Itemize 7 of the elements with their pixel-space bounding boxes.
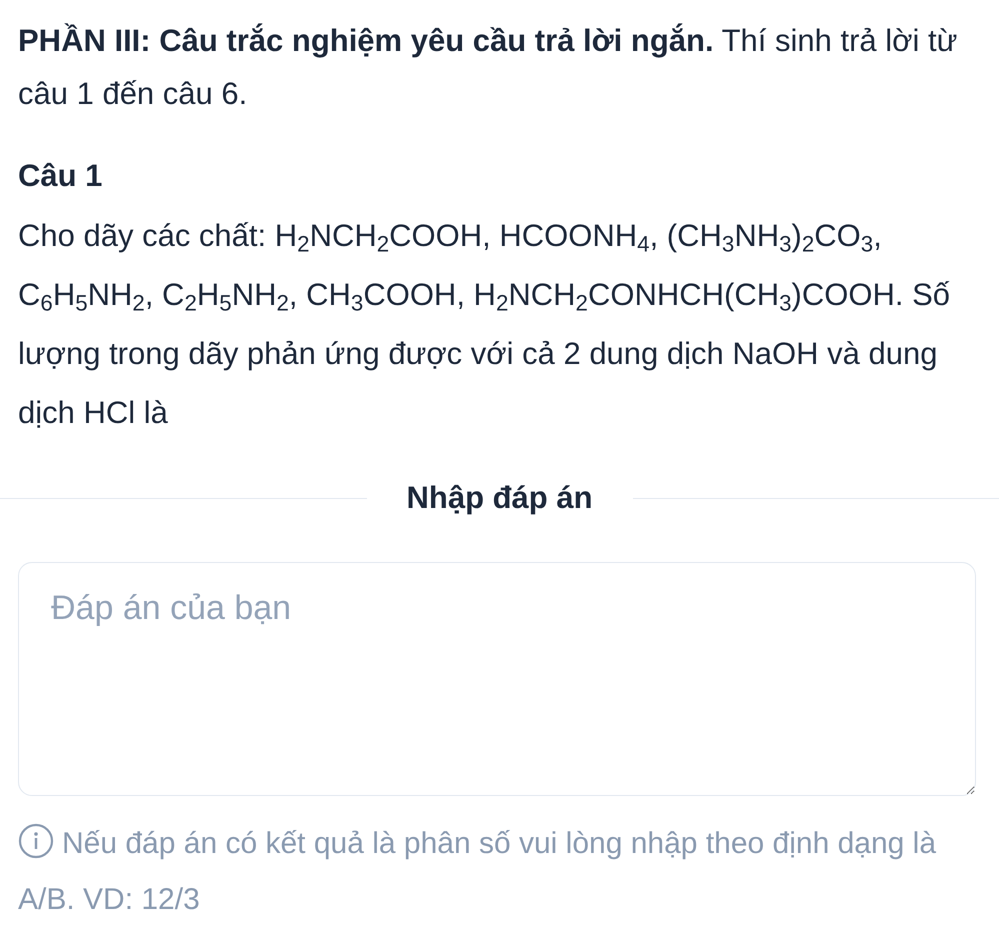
question-text: Cho dãy các chất: H$_{2}$NCH$_{2}$COOH, HCOONH$_{4}$, (CH$_{3}$NH$_{3}$)$_{2}$CO$_{3}$, C$_{6}$H$_{5}$NH$_{2}$, C$_{2}$H$_{5}$NH$_{2}$, CH$_{3}$COOH, H$_{2}$NCH$_{2}$CONHCH(CH$_{3}$)COOH. Số lượng trong dãy phản ứng được với cả 2 dung dịch NaOH và dung dịch HCl là — [18, 217, 951, 432]
hint-text: Nếu đáp án có kết quả là phân số vui lòng nhập theo định dạng là A/B. VD: 12/3 — [18, 816, 981, 928]
answer-field[interactable]: Đáp án của bạn — [18, 562, 976, 796]
question-title: Câu 1 — [18, 157, 104, 195]
info-icon — [18, 823, 54, 859]
section-heading: PHẦN III: Câu trắc nghiệm yêu cầu trả lời ngắn. Thí sinh trả lời từ câu 1 đến câu 6. — [18, 22, 958, 113]
answer-label: Nhập đáp án — [406, 480, 593, 516]
